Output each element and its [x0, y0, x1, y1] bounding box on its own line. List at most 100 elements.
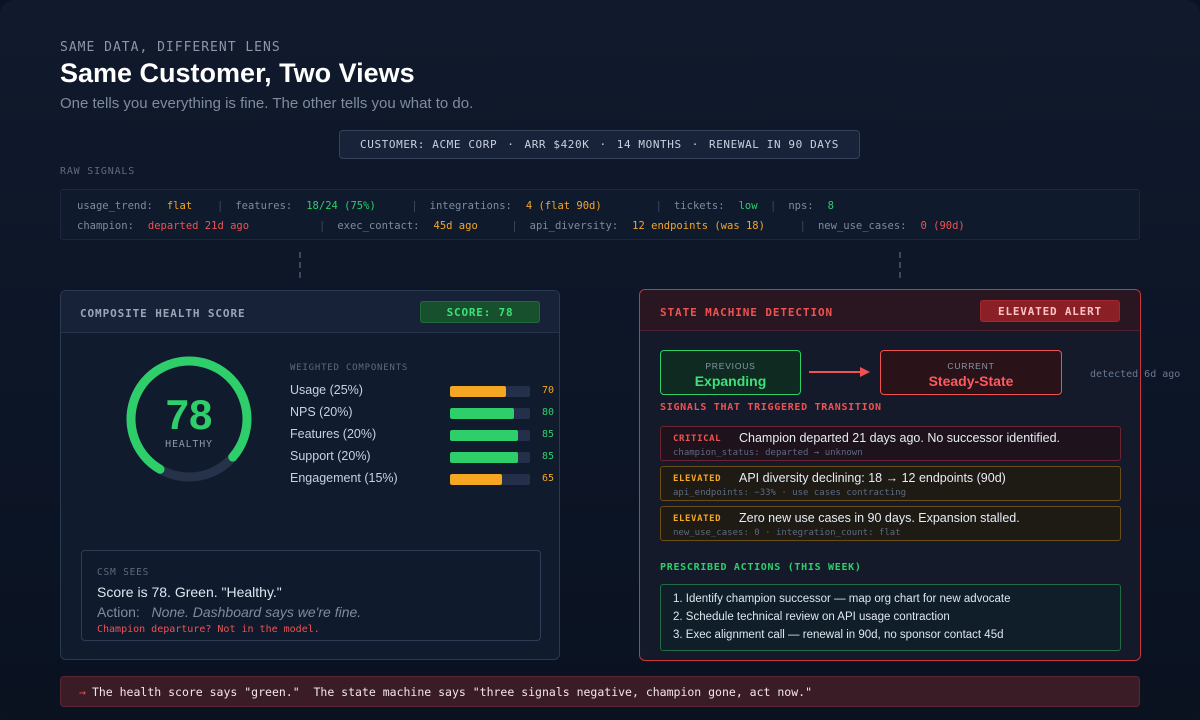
previous-state-label: PREVIOUS [705, 361, 756, 371]
health-score-panel: COMPOSITE HEALTH SCORE SCORE: 78 78 HEAL… [60, 290, 560, 660]
current-state-value: Steady-State [928, 373, 1014, 389]
arrow-right-icon [809, 371, 862, 373]
component-name: Engagement (15%) [290, 471, 398, 485]
signal-meta: champion_status: departed → unknown [673, 448, 863, 458]
component-bar [450, 386, 530, 397]
csm-sees-box: CSM SEES Score is 78. Green. "Healthy." … [81, 550, 541, 641]
csm-action: Action: None. Dashboard says we're fine. [97, 604, 361, 620]
signal-text: Champion departed 21 days ago. No succes… [739, 431, 1061, 445]
prescribed-actions: 1. Identify champion successor — map org… [660, 584, 1121, 651]
component-bar [450, 474, 530, 485]
customer-renewal: RENEWAL IN 90 DAYS [708, 138, 839, 151]
csm-action-label: Action: [97, 604, 140, 620]
signal-separator: | [217, 200, 224, 212]
component-bar-fill [450, 430, 518, 441]
raw-signal-key: champion: [77, 220, 134, 232]
raw-signals-label: RAW SIGNALS [60, 166, 136, 177]
component-bar-fill [450, 408, 514, 419]
raw-signal: features: 18/24 (75%) [235, 200, 399, 212]
signal-critical-champion: CRITICAL Champion departed 21 days ago. … [660, 426, 1121, 461]
customer-sep: · [691, 138, 699, 151]
customer-sep: · [599, 138, 607, 151]
signal-level: ELEVATED [673, 474, 722, 484]
signal-separator: | [319, 220, 326, 232]
footer-callout: → The health score says "green." The sta… [60, 676, 1140, 707]
raw-signal: tickets: low [674, 200, 758, 212]
csm-action-text: None. Dashboard says we're fine. [151, 604, 362, 620]
raw-signal-value: 18/24 (75%) [306, 200, 376, 212]
raw-signal-value: 8 [827, 200, 834, 212]
component-bar-fill [450, 474, 502, 485]
csm-label: CSM SEES [97, 567, 150, 578]
signals-title: SIGNALS THAT TRIGGERED TRANSITION [660, 402, 882, 413]
raw-signal: new_use_cases: 0 (90d) [818, 220, 968, 232]
raw-signal: nps: 8 [788, 200, 834, 212]
action-item: 3. Exec alignment call — renewal in 90d,… [673, 629, 1004, 641]
raw-signal-value: departed 21d ago [147, 220, 250, 232]
raw-signal-key: tickets: [673, 200, 725, 212]
state-machine-panel: STATE MACHINE DETECTION ELEVATED ALERT P… [639, 289, 1141, 661]
signal-separator: | [411, 200, 418, 212]
raw-signal-value: flat [166, 200, 193, 212]
customer-name: CUSTOMER: ACME CORP [360, 138, 498, 151]
component-bar-fill [450, 386, 506, 397]
health-panel-title: COMPOSITE HEALTH SCORE [80, 307, 246, 320]
csm-summary: Score is 78. Green. "Healthy." [97, 584, 282, 600]
component-value: 85 [542, 429, 555, 440]
component-value: 80 [542, 407, 555, 418]
eyebrow: SAME DATA, DIFFERENT LENS [60, 40, 281, 55]
current-state-label: CURRENT [947, 361, 995, 371]
raw-signal: champion: departed 21d ago [77, 220, 307, 232]
raw-signal-value: 45d ago [433, 220, 478, 232]
raw-signal: integrations: 4 (flat 90d) [430, 200, 644, 212]
raw-signal-value: 4 (flat 90d) [525, 200, 602, 212]
arrow-head-icon [860, 367, 870, 377]
component-bar-fill [450, 452, 518, 463]
current-state: CURRENT Steady-State [880, 350, 1062, 395]
signal-elevated-api: ELEVATED API diversity declining: 18 → 1… [660, 466, 1121, 501]
component-row: Usage (25%) 70 [290, 383, 555, 399]
raw-signal-key: new_use_cases: [817, 220, 907, 232]
action-item: 2. Schedule technical review on API usag… [673, 611, 950, 623]
component-value: 70 [542, 385, 555, 396]
customer-arr: ARR $420K [524, 138, 590, 151]
score-badge: SCORE: 78 [420, 301, 540, 323]
health-panel-header: COMPOSITE HEALTH SCORE SCORE: 78 [61, 291, 559, 333]
action-item: 1. Identify champion successor — map org… [673, 593, 1011, 605]
customer-sep: · [507, 138, 515, 151]
arrow-right-icon: → [79, 684, 86, 699]
component-name: Support (20%) [290, 449, 371, 463]
previous-state: PREVIOUS Expanding [660, 350, 801, 395]
raw-signal-value: 12 endpoints (was 18) [632, 220, 765, 232]
signal-separator: | [655, 200, 662, 212]
raw-signal-key: usage_trend: [77, 200, 153, 212]
raw-signal-key: integrations: [429, 200, 512, 212]
signal-separator: | [769, 200, 777, 212]
component-row: NPS (20%) 80 [290, 405, 555, 421]
raw-signal-value: low [738, 200, 758, 212]
signal-separator: | [511, 220, 518, 232]
raw-signal-key: features: [235, 200, 293, 212]
state-panel-header: STATE MACHINE DETECTION ELEVATED ALERT [640, 290, 1140, 331]
signal-text: API diversity declining: 18 → 12 endpoin… [739, 471, 1006, 485]
raw-signal: api_diversity: 12 endpoints (was 18) [530, 220, 788, 232]
customer-tenure: 14 MONTHS [616, 138, 682, 151]
health-score-value: 78 [165, 391, 213, 438]
connector-right [899, 252, 901, 278]
signal-meta: new_use_cases: 0 · integration_count: fl… [673, 528, 901, 538]
customer-bar: CUSTOMER: ACME CORP · ARR $420K · 14 MON… [339, 130, 860, 159]
footer-text: The health score says "green." The state… [91, 684, 812, 699]
actions-title: PRESCRIBED ACTIONS (THIS WEEK) [660, 562, 862, 573]
raw-signals-row-2: champion: departed 21d ago | exec_contact: 4… [77, 219, 968, 233]
raw-signals-row-1: usage_trend: flat | features: 18/24 (75%) | in… [77, 199, 834, 213]
raw-signal-key: exec_contact: [337, 220, 420, 232]
component-bar [450, 452, 530, 463]
raw-signal: exec_contact: 45d ago [337, 220, 499, 232]
signal-level: CRITICAL [673, 434, 722, 444]
health-score-label: HEALTHY [165, 439, 213, 450]
connector-left [299, 252, 301, 278]
detected-timestamp: detected 6d ago [1090, 369, 1181, 380]
elevated-alert-badge: ELEVATED ALERT [980, 300, 1120, 322]
component-value: 65 [542, 473, 555, 484]
component-name: NPS (20%) [290, 405, 353, 419]
